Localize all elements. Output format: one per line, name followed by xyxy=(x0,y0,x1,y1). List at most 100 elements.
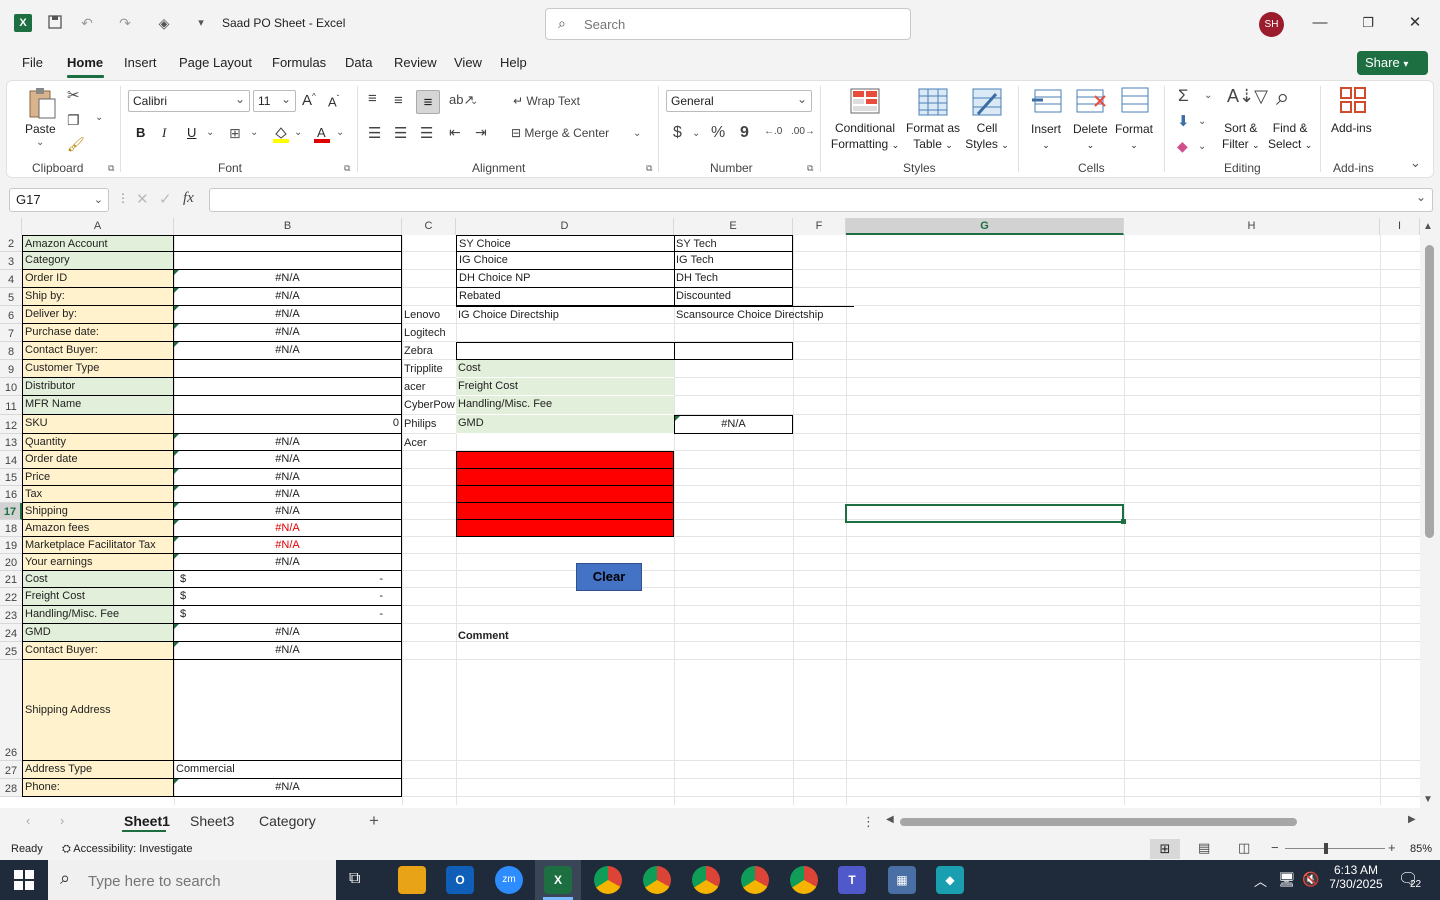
column-header[interactable]: C xyxy=(402,218,456,235)
field-label[interactable]: Contact Buyer: xyxy=(22,342,174,360)
cost-label-cell[interactable]: GMD xyxy=(456,415,674,434)
field-label[interactable]: Amazon Account xyxy=(22,235,174,252)
field-value[interactable] xyxy=(173,396,402,415)
volume-muted-icon[interactable]: 🔇 xyxy=(1302,871,1319,888)
sort-filter-button[interactable]: Sort & Filter ⌄ xyxy=(1222,120,1260,153)
field-label[interactable]: Tax xyxy=(22,486,174,503)
align-middle-icon[interactable]: ≡ xyxy=(394,92,403,109)
row-header[interactable]: 4 xyxy=(0,270,22,288)
dialog-launcher-icon[interactable]: ⧉ xyxy=(344,163,350,174)
fill-color-icon[interactable] xyxy=(272,124,290,144)
brand-cell[interactable]: Logitech xyxy=(402,324,456,342)
field-label[interactable]: Marketplace Facilitator Tax xyxy=(22,537,174,554)
distributor-choice-cell[interactable]: IG Choice xyxy=(456,252,675,270)
clear-button[interactable]: Clear xyxy=(576,563,642,591)
field-label[interactable]: Contact Buyer: xyxy=(22,642,174,660)
cut-icon[interactable]: ✂ xyxy=(67,86,80,104)
field-label[interactable]: Ship by: xyxy=(22,288,174,306)
app-icon[interactable]: ◆ xyxy=(936,866,964,894)
field-value[interactable]: Commercial xyxy=(173,761,402,779)
align-top-icon[interactable]: ≡ xyxy=(368,90,377,107)
prev-sheet-icon[interactable]: ‹ xyxy=(26,813,30,828)
font-name-select[interactable]: Calibri xyxy=(128,89,250,112)
tab-formulas[interactable]: Formulas xyxy=(272,55,326,70)
brand-cell[interactable]: acer xyxy=(402,378,456,396)
chevron-down-icon[interactable]: ⌄ xyxy=(250,127,258,138)
search-input[interactable] xyxy=(584,15,884,33)
percent-button[interactable]: % xyxy=(711,124,725,142)
clear-icon[interactable]: ◆ xyxy=(1177,138,1188,155)
row-header[interactable]: 27 xyxy=(0,761,22,779)
field-value[interactable] xyxy=(173,660,402,761)
customize-qat-icon[interactable]: ▾ xyxy=(192,14,210,32)
field-value[interactable]: $ - xyxy=(173,588,402,606)
distributor-choice-cell[interactable]: Rebated xyxy=(456,288,675,306)
delete-cells-button[interactable]: Delete ⌄ xyxy=(1073,121,1108,153)
brand-cell[interactable]: Acer xyxy=(402,434,456,452)
brand-cell[interactable]: CyberPow xyxy=(402,396,456,414)
chevron-down-icon[interactable]: ⌄ xyxy=(1198,116,1206,127)
zoom-out-icon[interactable]: − xyxy=(1271,840,1279,855)
field-value[interactable]: #N/A xyxy=(173,270,402,288)
empty-bordered-cell[interactable] xyxy=(674,342,793,360)
delete-cells-icon[interactable] xyxy=(1075,88,1107,114)
row-header[interactable]: 25 xyxy=(0,642,22,660)
red-alert-cell[interactable] xyxy=(456,486,674,503)
page-layout-view-icon[interactable]: ▤ xyxy=(1198,840,1210,856)
paste-icon[interactable] xyxy=(26,86,58,120)
tab-insert[interactable]: Insert xyxy=(124,55,157,70)
addins-icon[interactable] xyxy=(1339,86,1367,114)
taskbar-search-input[interactable] xyxy=(88,871,328,891)
row-header[interactable]: 8 xyxy=(0,342,22,360)
selected-cell-g17[interactable] xyxy=(845,504,1124,523)
sheet-tab-sheet3[interactable]: Sheet3 xyxy=(190,813,234,829)
font-size-select[interactable]: 11 xyxy=(253,89,296,112)
field-label[interactable]: Address Type xyxy=(22,761,174,779)
scroll-down-icon[interactable]: ▼ xyxy=(1423,794,1433,805)
red-alert-cell[interactable] xyxy=(456,451,674,469)
field-label[interactable]: Handling/Misc. Fee xyxy=(22,606,174,624)
gmd-value-cell[interactable]: #N/A xyxy=(674,415,793,434)
font-color-icon[interactable]: A xyxy=(313,124,331,144)
scroll-right-icon[interactable]: ▶ xyxy=(1408,814,1416,825)
row-header[interactable]: 2 xyxy=(0,235,22,252)
increase-decimal-icon[interactable]: ←.0 xyxy=(764,126,782,137)
chevron-down-icon[interactable]: ⌄ xyxy=(294,127,302,138)
field-value[interactable]: #N/A xyxy=(173,520,402,537)
row-header[interactable]: 18 xyxy=(0,520,22,537)
field-value[interactable]: #N/A xyxy=(173,624,402,642)
chevron-down-icon[interactable]: ⌄ xyxy=(95,112,103,123)
field-label[interactable]: MFR Name xyxy=(22,396,174,415)
field-value[interactable]: #N/A xyxy=(173,288,402,306)
row-header[interactable]: 21 xyxy=(0,571,22,588)
column-header[interactable]: A xyxy=(22,218,174,235)
underline-button[interactable]: U xyxy=(187,125,196,140)
tech-choice-cell[interactable]: DH Tech xyxy=(674,270,793,288)
field-value[interactable] xyxy=(173,235,402,252)
field-label[interactable]: Amazon fees xyxy=(22,520,174,537)
chrome-icon[interactable] xyxy=(692,866,720,894)
field-value[interactable]: #N/A xyxy=(173,324,402,342)
taskbar-search[interactable]: ⌕ xyxy=(48,860,336,900)
column-header[interactable]: E xyxy=(674,218,793,235)
row-header[interactable]: 6 xyxy=(0,306,22,324)
fill-handle[interactable] xyxy=(1121,519,1126,524)
sheet-tab-category[interactable]: Category xyxy=(259,813,316,829)
distributor-choice-cell[interactable]: SY Choice xyxy=(456,235,675,252)
fill-color-icon[interactable]: ◈ xyxy=(155,14,173,32)
cost-label-cell[interactable]: Freight Cost xyxy=(456,378,674,396)
fill-icon[interactable]: ⬇ xyxy=(1177,112,1190,130)
insert-function-icon[interactable]: fx xyxy=(183,190,194,207)
red-alert-cell[interactable] xyxy=(456,503,674,520)
field-label[interactable]: Shipping xyxy=(22,503,174,520)
redo-icon[interactable]: ↷ xyxy=(116,14,134,32)
decrease-decimal-icon[interactable]: .00→ xyxy=(791,126,815,137)
minimize-icon[interactable]: — xyxy=(1309,12,1331,34)
cancel-icon[interactable]: ✕ xyxy=(136,190,149,208)
tab-file[interactable]: File xyxy=(22,55,43,70)
zoom-slider-thumb[interactable] xyxy=(1324,843,1328,854)
decrease-font-icon[interactable]: Aˇ xyxy=(328,94,339,109)
chrome-icon[interactable] xyxy=(790,866,818,894)
add-sheet-icon[interactable]: + xyxy=(369,811,379,831)
normal-view-icon[interactable]: ⊞ xyxy=(1150,839,1180,859)
